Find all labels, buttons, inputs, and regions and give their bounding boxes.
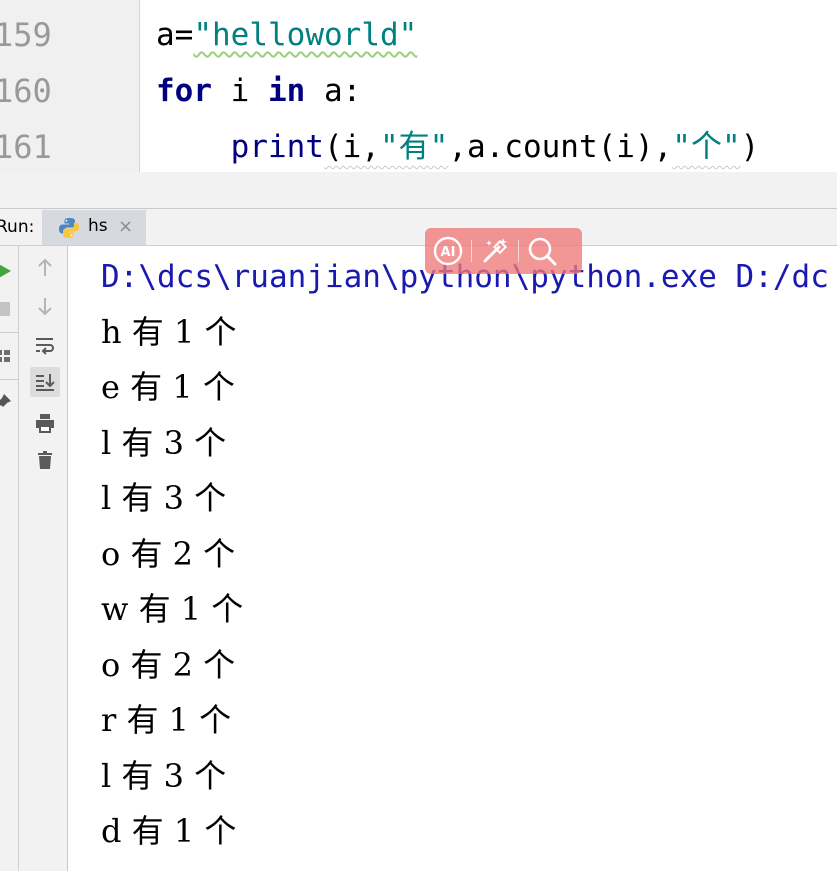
code-string: "有" — [379, 129, 449, 165]
code-string: "个" — [672, 129, 741, 165]
magic-wand-icon[interactable] — [472, 228, 518, 274]
code-line[interactable]: for i in a: — [156, 64, 361, 119]
print-icon[interactable] — [30, 408, 60, 438]
code-text: (i, — [323, 129, 380, 165]
run-tab-hs[interactable]: hs × — [42, 210, 146, 245]
tab-label: hs — [88, 216, 108, 236]
line-number: 161 — [0, 128, 52, 166]
soft-wrap-icon[interactable] — [30, 330, 60, 360]
ai-icon-text: AI — [441, 245, 456, 260]
output-line: l 有 3 个 — [101, 757, 227, 795]
stop-icon[interactable] — [0, 294, 18, 324]
down-arrow-icon[interactable] — [30, 291, 60, 321]
output-line: l 有 3 个 — [101, 424, 227, 462]
code-function: print — [230, 129, 324, 165]
code-text: ) — [740, 129, 760, 165]
up-arrow-icon[interactable] — [30, 253, 60, 283]
search-icon[interactable] — [519, 228, 565, 274]
scroll-to-end-icon[interactable] — [30, 367, 60, 397]
run-tool-window-header: Run: hs × — [0, 209, 837, 246]
close-icon[interactable]: × — [118, 210, 133, 243]
ai-icon[interactable]: AI — [425, 228, 471, 274]
floating-ai-toolbar: AI — [425, 228, 582, 274]
code-variable: a — [156, 17, 175, 53]
code-variable: i — [212, 73, 268, 109]
code-string: "helloworld" — [193, 17, 418, 53]
output-line: h 有 1 个 — [101, 313, 237, 351]
code-line[interactable]: a="helloworld" — [156, 8, 417, 63]
output-line: d 有 1 个 — [101, 812, 237, 850]
code-line[interactable]: print(i,"有",a.count(i),"个") — [156, 120, 760, 172]
run-label: Run: — [0, 217, 35, 237]
output-line: o 有 2 个 — [101, 646, 236, 684]
pin-icon[interactable] — [0, 388, 18, 418]
code-operator: = — [174, 17, 194, 53]
toolbar-divider — [0, 379, 18, 380]
code-text: a: — [305, 73, 362, 109]
output-line: r 有 1 个 — [101, 701, 232, 739]
output-line: l 有 3 个 — [101, 479, 227, 517]
trash-icon[interactable] — [30, 445, 60, 475]
rerun-icon[interactable] — [0, 256, 18, 286]
output-line: e 有 1 个 — [101, 368, 235, 406]
output-line: o 有 2 个 — [101, 535, 236, 573]
layout-icon[interactable] — [0, 341, 18, 371]
panel-splitter[interactable] — [0, 172, 837, 209]
line-number: 159 — [0, 16, 52, 54]
code-keyword: in — [268, 73, 306, 109]
output-line: w 有 1 个 — [101, 590, 244, 628]
toolbar-divider — [0, 332, 18, 333]
python-icon — [59, 218, 79, 238]
console-toolbar — [19, 246, 68, 871]
line-number-gutter: 159 160 161 — [0, 0, 140, 172]
line-number: 160 — [0, 72, 52, 110]
code-editor[interactable]: 159 160 161 a="helloworld" for i in a: p… — [0, 0, 837, 172]
console-output[interactable]: D:\dcs\ruanjian\python\python.exe D:/dc … — [68, 246, 837, 871]
code-keyword: for — [156, 73, 212, 109]
code-text: ,a.count(i), — [448, 129, 673, 165]
run-actions-toolbar — [0, 246, 19, 871]
